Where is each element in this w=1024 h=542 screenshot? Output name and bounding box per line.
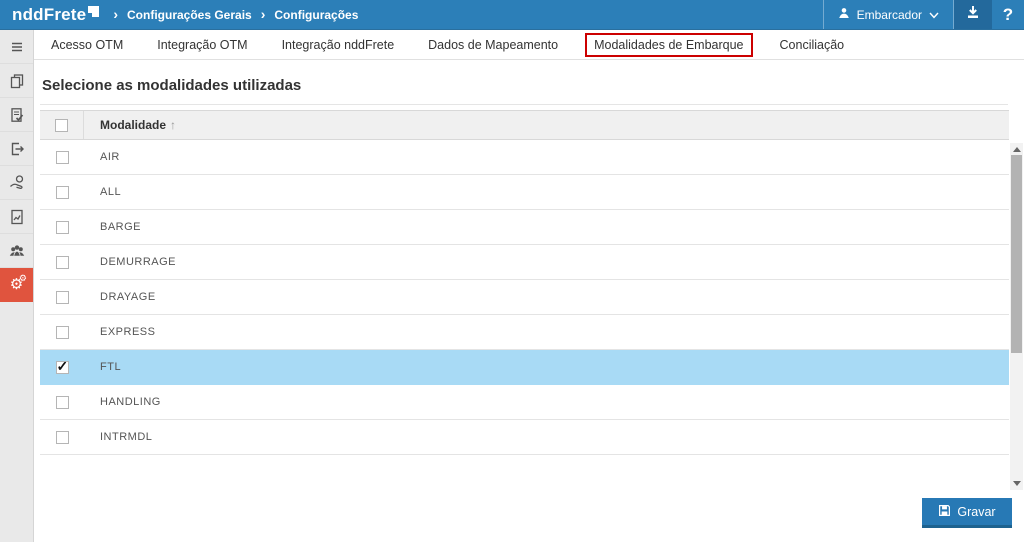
breadcrumb: › Configurações Gerais › Configurações (113, 7, 358, 23)
breadcrumb-configuracoes[interactable]: Configurações (274, 8, 358, 22)
table-row-ftl[interactable]: FTL (40, 350, 1009, 385)
help-button[interactable]: ? (992, 0, 1024, 29)
tab-integracao-otm[interactable]: Integração OTM (140, 30, 264, 60)
tab-integracao-nddfrete[interactable]: Integração nddFrete (265, 30, 412, 60)
sidebar-item-document-check[interactable] (0, 98, 33, 132)
vertical-scrollbar[interactable] (1010, 143, 1023, 490)
row-checkbox[interactable] (56, 186, 69, 199)
sort-ascending-icon: ↑ (170, 118, 176, 132)
sidebar-item-payment[interactable] (0, 166, 33, 200)
report-chart-icon (8, 208, 26, 226)
user-menu[interactable]: Embarcador (824, 0, 953, 29)
download-button[interactable] (954, 0, 992, 29)
row-checkbox[interactable] (56, 396, 69, 409)
breadcrumb-configuracoes-gerais[interactable]: Configurações Gerais (127, 8, 252, 22)
save-button-label: Gravar (957, 505, 995, 519)
page-title: Selecione as modalidades utilizadas (40, 60, 1008, 105)
row-checkbox[interactable] (56, 326, 69, 339)
row-label: EXPRESS (84, 326, 155, 338)
column-header-modalidade[interactable]: Modalidade ↑ (84, 118, 176, 132)
sidebar-item-copy-documents[interactable] (0, 64, 33, 98)
row-label: DEMURRAGE (84, 256, 176, 268)
user-menu-label: Embarcador (857, 8, 922, 22)
select-all-checkbox[interactable] (55, 119, 68, 132)
select-all-cell (40, 111, 84, 139)
scrollbar-down-arrow[interactable] (1010, 477, 1023, 490)
sidebar-item-settings[interactable]: ⚙ ⚙ (0, 268, 33, 302)
user-icon (838, 7, 850, 22)
export-icon (8, 140, 26, 158)
row-checkbox[interactable] (56, 361, 69, 374)
row-label: BARGE (84, 221, 141, 233)
table-row-express[interactable]: EXPRESS (40, 315, 1009, 350)
table-row-drayage[interactable]: DRAYAGE (40, 280, 1009, 315)
row-checkbox[interactable] (56, 256, 69, 269)
row-checkbox[interactable] (56, 151, 69, 164)
sidebar-item-report[interactable] (0, 200, 33, 234)
save-icon (938, 504, 951, 520)
sidebar-item-export[interactable] (0, 132, 33, 166)
row-checkbox[interactable] (56, 431, 69, 444)
main-content: Acesso OTM Integração OTM Integração ndd… (34, 30, 1024, 542)
table-row-demurrage[interactable]: DEMURRAGE (40, 245, 1009, 280)
tab-conciliacao[interactable]: Conciliação (763, 30, 862, 60)
sidebar-item-menu[interactable] (0, 30, 33, 64)
table-row-all[interactable]: ALL (40, 175, 1009, 210)
help-icon: ? (1003, 5, 1013, 25)
sidebar-item-users[interactable] (0, 234, 33, 268)
save-button[interactable]: Gravar (922, 498, 1012, 528)
breadcrumb-chevron-icon: › (113, 6, 118, 22)
settings-gear-small-icon: ⚙ (19, 274, 27, 283)
row-checkbox[interactable] (56, 291, 69, 304)
table-row-intrmdl[interactable]: INTRMDL (40, 420, 1009, 455)
table-row-handling[interactable]: HANDLING (40, 385, 1009, 420)
table-row-air[interactable]: AIR (40, 140, 1009, 175)
tab-acesso-otm[interactable]: Acesso OTM (34, 30, 140, 60)
tab-bar: Acesso OTM Integração OTM Integração ndd… (34, 30, 1024, 60)
logo-text: nddFrete (12, 2, 86, 28)
logo-mark-icon (88, 6, 99, 17)
scrollbar-thumb[interactable] (1011, 155, 1022, 353)
menu-icon (8, 38, 26, 56)
chevron-down-icon (929, 8, 939, 22)
row-label: DRAYAGE (84, 291, 156, 303)
table-header-row: Modalidade ↑ (40, 110, 1009, 140)
row-checkbox[interactable] (56, 221, 69, 234)
sidebar: ⚙ ⚙ (0, 30, 34, 542)
table-row-partial (40, 455, 1009, 491)
breadcrumb-chevron-icon: › (261, 6, 266, 22)
tab-modalidades-de-embarque[interactable]: Modalidades de Embarque (585, 33, 752, 57)
table-row-barge[interactable]: BARGE (40, 210, 1009, 245)
row-label: HANDLING (84, 396, 161, 408)
modalidades-table: Modalidade ↑ AIR ALL BARGE DEMURRAGE DRAY… (40, 110, 1009, 491)
app-logo[interactable]: nddFrete (12, 2, 99, 28)
row-label: INTRMDL (84, 431, 152, 443)
top-header: nddFrete › Configurações Gerais › Config… (0, 0, 1024, 30)
row-label: FTL (84, 361, 121, 373)
download-icon (965, 4, 981, 25)
header-actions: Embarcador ? (823, 0, 1024, 29)
copy-documents-icon (8, 72, 26, 90)
tab-dados-de-mapeamento[interactable]: Dados de Mapeamento (411, 30, 575, 60)
document-check-icon (8, 106, 26, 124)
row-label: ALL (84, 186, 121, 198)
users-group-icon (8, 242, 26, 260)
payment-hand-coin-icon (8, 174, 26, 192)
column-header-label: Modalidade (100, 118, 166, 132)
row-label: AIR (84, 151, 120, 163)
